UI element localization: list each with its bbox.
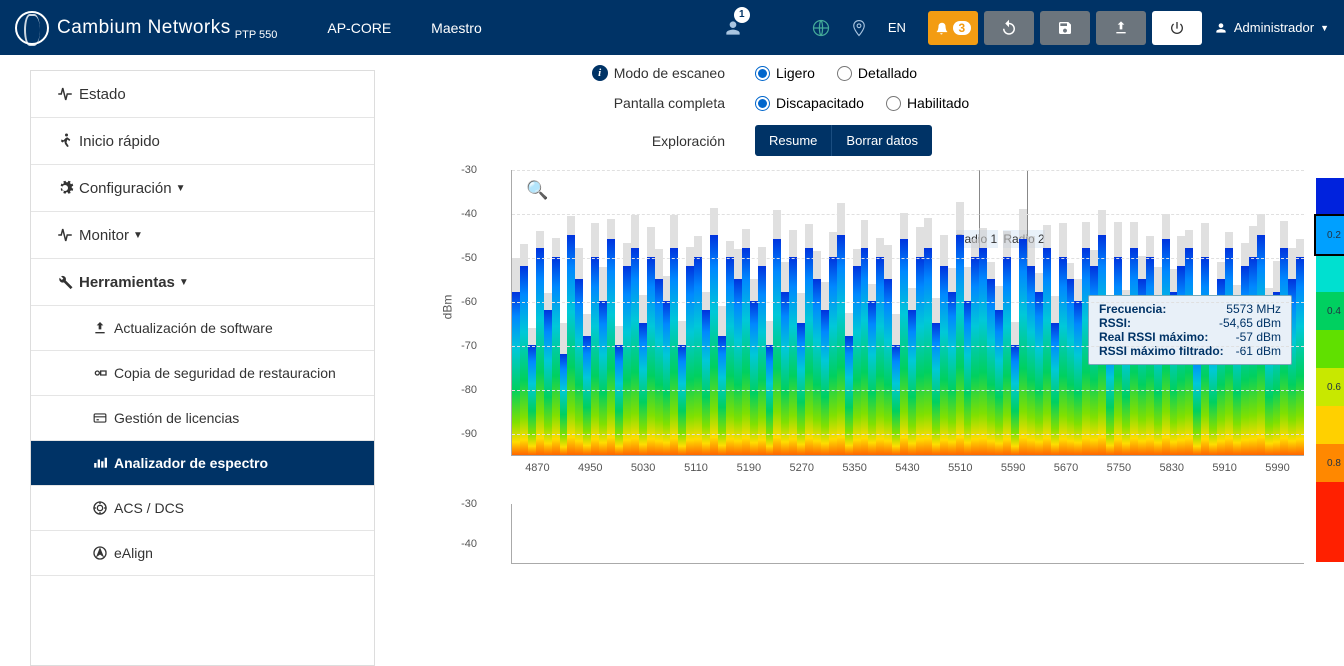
- sidebar-item-5[interactable]: Actualización de software: [31, 306, 374, 351]
- colorbar-2: [1316, 512, 1344, 562]
- crumb-apcore[interactable]: AP-CORE: [307, 20, 411, 36]
- globe-icon[interactable]: [802, 13, 840, 43]
- model-label: PTP 550: [235, 29, 278, 45]
- sidebar-item-3[interactable]: Monitor▼: [31, 212, 374, 259]
- sidebar-item-7[interactable]: Gestión de licencias: [31, 396, 374, 441]
- align-icon: [86, 545, 114, 561]
- fullscreen-label: Pantalla completa: [435, 95, 755, 111]
- language-selector[interactable]: EN: [878, 20, 916, 35]
- sidebar: EstadoInicio rápidoConfiguración▼Monitor…: [30, 70, 375, 666]
- run-icon: [51, 132, 79, 150]
- location-icon[interactable]: [840, 13, 878, 43]
- crumb-maestro[interactable]: Maestro: [411, 20, 502, 36]
- upload-icon: [86, 320, 114, 336]
- sidebar-item-4[interactable]: Herramientas▼: [31, 259, 374, 306]
- target-icon: [86, 500, 114, 516]
- gear-icon: [51, 179, 79, 197]
- info-icon[interactable]: i: [592, 65, 608, 81]
- breadcrumb: AP-CORE Maestro: [307, 20, 501, 36]
- resume-button[interactable]: Resume: [755, 125, 831, 156]
- user-menu[interactable]: Administrador ▼: [1214, 20, 1329, 35]
- sidebar-item-1[interactable]: Inicio rápido: [31, 118, 374, 165]
- power-button[interactable]: [1152, 11, 1202, 45]
- pulse-icon: [51, 226, 79, 244]
- sidebar-item-9[interactable]: ACS / DCS: [31, 486, 374, 531]
- user-badge: 1: [734, 7, 750, 23]
- radio-light[interactable]: Ligero: [755, 65, 815, 81]
- radio-detailed[interactable]: Detallado: [837, 65, 917, 81]
- notifications-button[interactable]: 3: [928, 11, 978, 45]
- sidebar-item-8[interactable]: Analizador de espectro: [31, 441, 374, 486]
- wrench-icon: [51, 273, 79, 291]
- sidebar-item-10[interactable]: eAlign: [31, 531, 374, 576]
- chart-tooltip: Frecuencia:5573 MHz RSSI:-54,65 dBm Real…: [1088, 295, 1292, 365]
- colorbar: 0.20.40.60.8: [1316, 178, 1344, 520]
- card-icon: [86, 411, 114, 425]
- sidebar-item-0[interactable]: Estado: [31, 71, 374, 118]
- scan-mode-label: Modo de escaneo: [614, 65, 725, 81]
- spectrum-chart-2: -30-40: [435, 504, 1304, 564]
- radio-fs-disabled[interactable]: Discapacitado: [755, 95, 864, 111]
- radio-fs-enabled[interactable]: Habilitado: [886, 95, 969, 111]
- undo-button[interactable]: [984, 11, 1034, 45]
- main-content: i Modo de escaneo Ligero Detallado Pantal…: [375, 55, 1344, 666]
- exploration-label: Exploración: [435, 133, 755, 149]
- brand-name: Cambium Networks: [57, 17, 231, 39]
- header: Cambium Networks PTP 550 AP-CORE Maestro…: [0, 0, 1344, 55]
- plot-area-2[interactable]: [511, 504, 1304, 564]
- plot-area[interactable]: 🔍 Radio 1 Radio 2: [511, 170, 1304, 456]
- clear-data-button[interactable]: Borrar datos: [831, 125, 932, 156]
- save-button[interactable]: [1040, 11, 1090, 45]
- backup-icon: [86, 365, 114, 381]
- user-icon[interactable]: 1: [714, 13, 752, 43]
- sidebar-item-2[interactable]: Configuración▼: [31, 165, 374, 212]
- notif-count: 3: [953, 21, 972, 35]
- logo-icon: [15, 11, 49, 45]
- export-button[interactable]: [1096, 11, 1146, 45]
- bars-icon: [86, 456, 114, 470]
- sidebar-item-6[interactable]: Copia de seguridad de restauracion: [31, 351, 374, 396]
- pulse-icon: [51, 85, 79, 103]
- logo-block: Cambium Networks PTP 550: [15, 11, 277, 45]
- spectrum-chart: dBm -30-40-50-60-70-80-90 🔍 Radio 1 Radi…: [435, 170, 1304, 474]
